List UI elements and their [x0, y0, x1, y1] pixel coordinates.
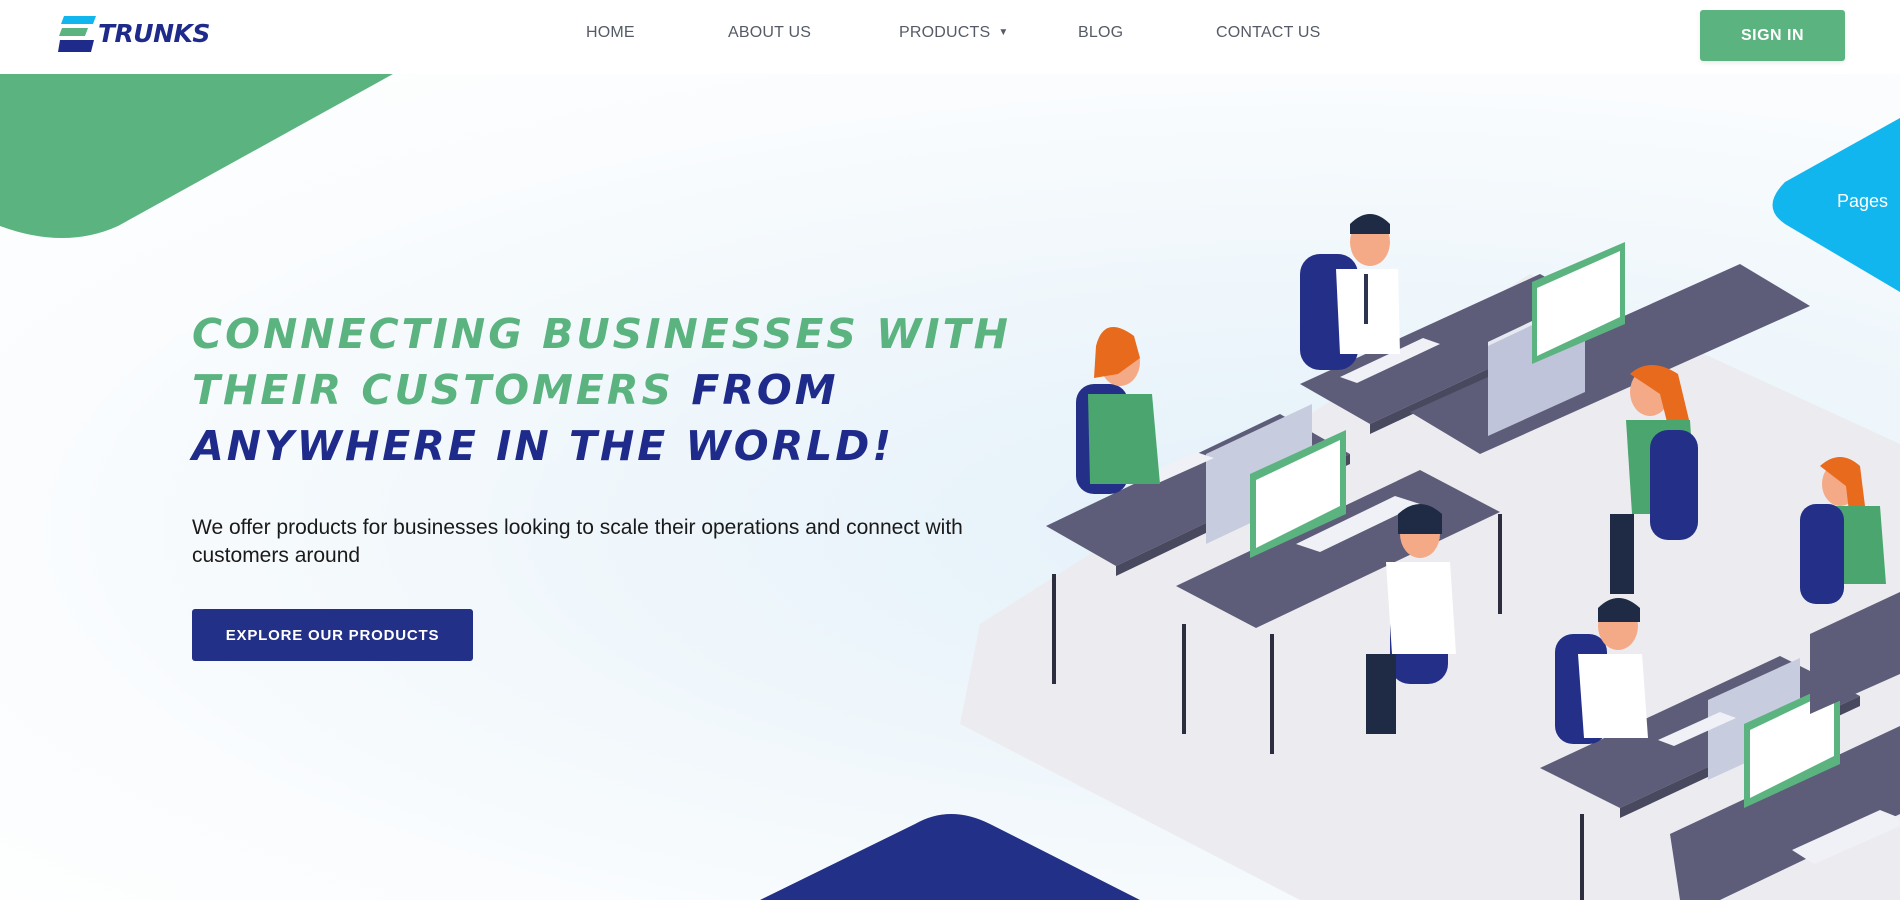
- call-center-illustration: [960, 214, 1900, 900]
- hero-section: CONNECTING BUSINESSES WITH THEIR CUSTOME…: [0, 74, 1900, 900]
- chevron-down-icon: ▼: [998, 27, 1009, 38]
- nav-home[interactable]: HOME: [586, 24, 635, 42]
- hero-tagline: We offer products for businesses looking…: [192, 516, 963, 567]
- main-nav: HOME ABOUT US PRODUCTS ▼ BLOG CONTACT US: [0, 24, 1900, 48]
- nav-products[interactable]: PRODUCTS ▼: [899, 24, 1009, 42]
- headline-green-text: CONNECTING BUSINESSES WITH THEIR CUSTOME…: [192, 310, 1011, 414]
- headline-blue-line-text: ANYWHERE IN THE WORLD!: [192, 422, 895, 470]
- nav-about[interactable]: ABOUT US: [728, 24, 811, 42]
- nav-products-label: PRODUCTS: [899, 24, 991, 41]
- hero-headline: CONNECTING BUSINESSES WITH THEIR CUSTOME…: [192, 306, 1092, 474]
- pages-side-tab[interactable]: Pages: [1825, 182, 1900, 220]
- sign-in-button[interactable]: SIGN IN: [1700, 10, 1845, 61]
- explore-products-button[interactable]: EXPLORE OUR PRODUCTS: [192, 609, 473, 661]
- site-header: TRUNKS HOME ABOUT US PRODUCTS ▼ BLOG CONT…: [0, 0, 1900, 74]
- headline-blue-inline-text: FROM: [691, 366, 839, 414]
- nav-blog[interactable]: BLOG: [1078, 24, 1123, 42]
- nav-contact[interactable]: CONTACT US: [1216, 24, 1321, 42]
